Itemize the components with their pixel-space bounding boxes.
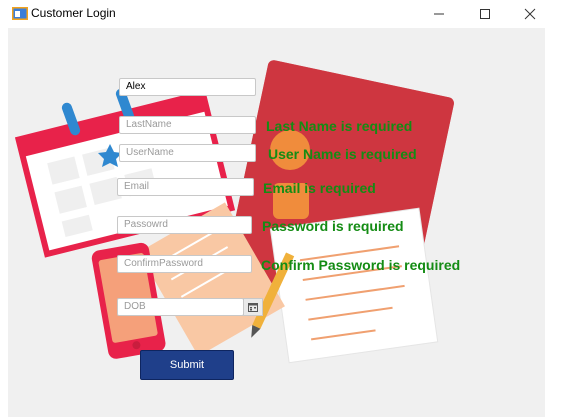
username-error: User Name is required <box>268 146 417 162</box>
last-name-field[interactable]: LastName <box>119 116 256 134</box>
calendar-icon <box>248 302 258 312</box>
maximize-icon <box>480 9 490 19</box>
confirm-password-error: Confirm Password is required <box>261 257 461 273</box>
title-bar: Customer Login <box>0 0 572 28</box>
minimize-button[interactable] <box>416 0 462 28</box>
dob-picker-button[interactable] <box>243 298 263 316</box>
dob-field[interactable]: DOB <box>117 298 244 316</box>
close-button[interactable] <box>507 0 553 28</box>
email-error: Email is required <box>263 180 376 196</box>
email-field[interactable]: Email <box>117 178 254 196</box>
confirm-password-field[interactable]: ConfirmPassword <box>117 255 252 273</box>
first-name-field[interactable]: Alex <box>119 78 256 96</box>
username-field[interactable]: UserName <box>119 144 256 162</box>
maximize-button[interactable] <box>462 0 508 28</box>
password-error: Password is required <box>262 218 404 234</box>
submit-button[interactable]: Submit <box>140 350 234 380</box>
last-name-error: Last Name is required <box>266 118 413 134</box>
app-icon <box>12 7 28 20</box>
password-field[interactable]: Passowrd <box>117 216 252 234</box>
window-title: Customer Login <box>31 6 116 20</box>
login-form-area: Alex LastName Last Name is required User… <box>8 28 545 417</box>
minimize-icon <box>434 13 444 15</box>
close-icon <box>524 8 536 20</box>
